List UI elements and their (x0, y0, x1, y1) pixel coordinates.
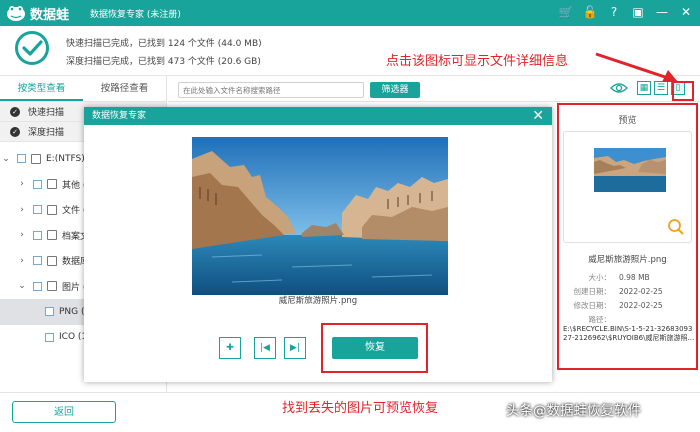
next-icon[interactable]: ▶| (284, 337, 306, 359)
archive-icon (47, 230, 57, 241)
annotation-arrow-icon (595, 52, 678, 82)
chevron-right-icon[interactable]: › (16, 205, 28, 215)
chevron-down-icon[interactable]: ⌄ (0, 154, 12, 164)
venice-preview-image (192, 137, 448, 295)
previous-icon[interactable]: |◀ (254, 337, 276, 359)
scan-complete-check-icon (15, 31, 49, 65)
title-bar: 数据蛙 数据恢复专家 (未注册) 🛒 🔓 ? ▣ — ✕ (0, 0, 700, 26)
deep-scan-status: 深度扫描已完成，已找到 473 个文件 (20.6 GB) (66, 57, 261, 67)
frog-logo-icon (7, 6, 25, 21)
preview-path-row: 路径： (588, 315, 612, 324)
dialog-title-bar: 数据恢复专家 ✕ (84, 107, 552, 125)
drive-icon (31, 153, 41, 164)
recover-button-highlight: 恢复 (321, 323, 428, 373)
tree-item-label: 其他 ( (62, 180, 87, 191)
cart-icon[interactable]: 🛒 (558, 4, 574, 20)
chevron-right-icon[interactable]: › (16, 179, 28, 189)
preview-created-row: 创建日期： 2022-02-25 (573, 287, 663, 296)
preview-modified-value: 2022-02-25 (619, 301, 663, 310)
check-icon: ✓ (10, 126, 20, 137)
chevron-right-icon[interactable]: › (16, 230, 28, 240)
preview-title: 预览 (618, 116, 637, 126)
minimize-icon[interactable]: — (654, 4, 670, 20)
tree-checkbox[interactable] (33, 256, 42, 266)
venice-thumbnail-image (594, 148, 666, 192)
quick-scan-status: 快速扫描已完成，已找到 124 个文件 (44.0 MB) (66, 39, 262, 49)
tree-checkbox[interactable] (45, 332, 54, 342)
help-icon[interactable]: ? (606, 4, 622, 20)
preview-recover-callout: 找到丢失的图片可预览恢复 (282, 401, 439, 416)
preview-panel: 预览 威尼斯旅游照片.png 大小： 0.98 MB 创建日期： 2022-02-2… (557, 103, 698, 370)
bottom-bar: 返回 找到丢失的图片可预览恢复 头条@数据蛙恢复软件 (0, 392, 700, 432)
tree-item-label: 文件 ( (62, 206, 87, 217)
database-icon (47, 255, 57, 266)
dialog-close-icon[interactable]: ✕ (532, 107, 544, 125)
preview-size-row: 大小： 0.98 MB (588, 273, 650, 282)
preview-size-value: 0.98 MB (619, 273, 650, 282)
chevron-right-icon[interactable]: › (16, 256, 28, 266)
preview-thumbnail-frame (563, 131, 692, 243)
tree-checkbox[interactable] (33, 205, 42, 215)
back-button[interactable]: 返回 (12, 401, 116, 423)
brand-name: 数据蛙 (30, 8, 70, 23)
window-title: 数据恢复专家 (未注册) (90, 10, 181, 20)
tree-item-label: PNG ( (59, 306, 85, 317)
tree-checkbox[interactable] (33, 179, 42, 189)
check-icon: ✓ (10, 106, 20, 117)
preview-created-value: 2022-02-25 (619, 287, 663, 296)
close-icon[interactable]: ✕ (678, 4, 694, 20)
zoom-icon[interactable] (667, 218, 685, 236)
chevron-down-icon[interactable]: ⌄ (16, 281, 28, 291)
tree-checkbox[interactable] (45, 307, 54, 317)
watermark-text: 头条@数据蛙恢复软件 (506, 403, 641, 419)
preview-path-value: E:\$RECYCLE.BIN\S-1-5-21-3268309327-2126… (563, 325, 695, 342)
unlock-icon[interactable]: 🔓 (582, 4, 598, 20)
dialog-title: 数据恢复专家 (92, 111, 147, 121)
detail-icon-callout: 点击该图标可显示文件详细信息 (386, 54, 569, 69)
recover-button[interactable]: 恢复 (332, 337, 418, 359)
scan-item-label: 快速扫描 (28, 108, 65, 118)
zoom-in-icon[interactable]: ✚ (219, 337, 241, 359)
search-input[interactable] (183, 85, 353, 95)
tab-by-path[interactable]: 按路径查看 (83, 76, 166, 101)
preview-modified-row: 修改日期： 2022-02-25 (573, 301, 663, 310)
preview-file-name: 威尼斯旅游照片.png (588, 255, 667, 265)
document-icon (47, 204, 57, 215)
tree-checkbox[interactable] (33, 230, 42, 240)
tree-item-label: ICO (1 (59, 332, 88, 343)
tree-checkbox[interactable] (33, 281, 42, 291)
image-icon (47, 281, 57, 292)
search-box[interactable] (178, 82, 364, 98)
scan-item-label: 深度扫描 (28, 128, 65, 138)
tree-checkbox[interactable] (17, 154, 26, 164)
image-preview-dialog: 数据恢复专家 ✕ 威尼斯旅游照片.png ✚ |◀ ▶| 恢复 (84, 107, 552, 382)
filter-button[interactable]: 筛选器 (370, 82, 420, 98)
folder-icon (47, 179, 57, 190)
dialog-file-name: 威尼斯旅游照片.png (278, 296, 358, 306)
feedback-icon[interactable]: ▣ (630, 4, 646, 20)
tab-by-type[interactable]: 按类型查看 (0, 76, 83, 101)
